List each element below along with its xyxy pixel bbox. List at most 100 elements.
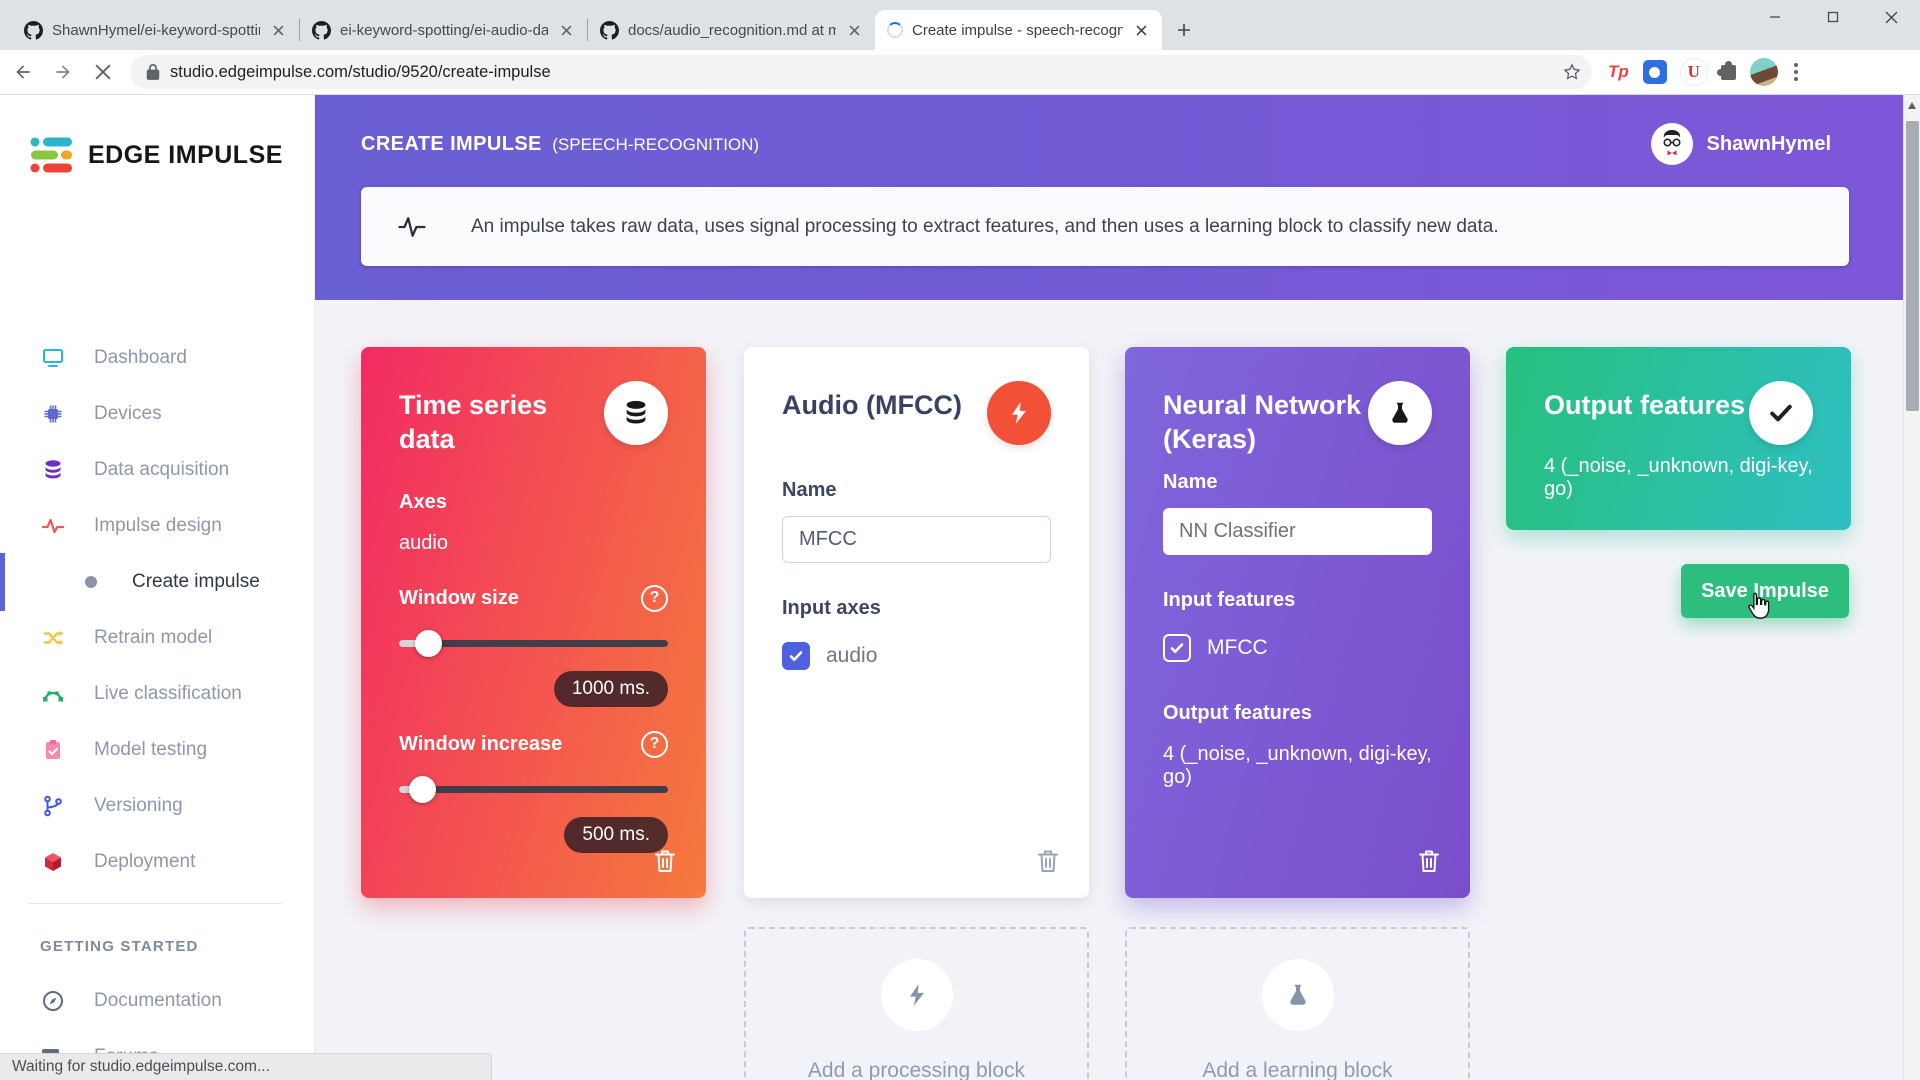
sidebar-item-label: Dashboard (94, 347, 187, 369)
sidebar-item-label: Data acquisition (94, 459, 229, 481)
sidebar-item-dashboard[interactable]: Dashboard (0, 330, 314, 386)
sidebar-item-retrain-model[interactable]: Retrain model (0, 610, 314, 666)
info-banner-text: An impulse takes raw data, uses signal p… (471, 216, 1499, 238)
edge-impulse-logo[interactable]: EDGE IMPULSE (30, 135, 283, 175)
input-feature-row: MFCC (1163, 634, 1432, 662)
back-icon[interactable] (6, 55, 40, 89)
maximize-icon[interactable] (1804, 0, 1862, 34)
sidebar-item-impulse-design[interactable]: Impulse design (0, 498, 314, 554)
sidebar-item-model-testing[interactable]: Model testing (0, 722, 314, 778)
minimize-icon[interactable] (1746, 0, 1804, 34)
retrain-model-icon (40, 626, 66, 650)
add-processing-block[interactable]: Add a processing block (744, 927, 1089, 1080)
active-indicator (0, 553, 5, 611)
window-controls (1746, 0, 1920, 34)
status-text: Waiting for studio.edgeimpulse.com... (12, 1058, 270, 1076)
feature-label: MFCC (1207, 636, 1268, 660)
delete-block-button[interactable] (650, 846, 680, 876)
tab-strip: ShawnHymel/ei-keyword-spottin ei-keyword… (0, 0, 1920, 50)
url-text[interactable]: studio.edgeimpulse.com/studio/9520/creat… (170, 63, 1562, 82)
stop-loading-icon[interactable] (86, 55, 120, 89)
forward-icon[interactable] (46, 55, 80, 89)
sidebar-item-data-acquisition[interactable]: Data acquisition (0, 442, 314, 498)
browser-menu-icon[interactable] (1794, 63, 1798, 81)
trash-icon (1417, 848, 1441, 874)
output-features-value: 4 (_noise, _unknown, digi-key, go) (1544, 455, 1813, 501)
bookmark-star-icon[interactable] (1562, 62, 1582, 82)
close-window-icon[interactable] (1862, 0, 1920, 34)
tab-active-create-impulse[interactable]: Create impulse - speech-recogni (875, 10, 1162, 50)
loading-spinner (887, 22, 903, 38)
scroll-up-icon[interactable] (1908, 102, 1916, 109)
axes-label: Axes (399, 491, 668, 514)
live-classification-icon (40, 682, 66, 706)
project-name: (SPEECH-RECOGNITION) (552, 135, 759, 154)
scrollbar-thumb[interactable] (1906, 121, 1919, 411)
nn-name-input[interactable] (1163, 508, 1432, 555)
close-icon[interactable] (557, 21, 575, 39)
name-label: Name (1163, 471, 1432, 494)
close-icon[interactable] (269, 21, 287, 39)
extension-ublock-icon[interactable]: U (1681, 59, 1707, 85)
lock-icon (146, 64, 160, 81)
tab-github-3[interactable]: docs/audio_recognition.md at m (588, 10, 875, 50)
logo-text: EDGE IMPULSE (88, 141, 283, 170)
page-header: CREATE IMPULSE (SPEECH-RECOGNITION) Shaw… (315, 95, 1903, 300)
time-series-card: Time series data Axes audio Window size … (361, 347, 706, 898)
checkbox-checked[interactable] (782, 642, 810, 670)
browser-profile-avatar[interactable] (1750, 58, 1778, 86)
github-icon (312, 21, 331, 40)
page-scrollbar[interactable] (1903, 95, 1920, 1080)
mfcc-name-input[interactable] (782, 516, 1051, 563)
bullet-dot (78, 576, 104, 588)
user-chip[interactable]: ShawnHymel (1651, 123, 1831, 165)
extension-tp-icon[interactable]: Tp (1608, 62, 1629, 82)
extensions-puzzle-icon[interactable] (1721, 65, 1736, 80)
sidebar-item-label: Retrain model (94, 627, 212, 649)
tab-title: Create impulse - speech-recogni (912, 22, 1123, 39)
delete-block-button[interactable] (1414, 846, 1444, 876)
sidebar-nav: Dashboard Devices Data acquisition Impul… (0, 330, 314, 890)
lightning-icon (987, 381, 1051, 445)
checkbox-checked[interactable] (1163, 634, 1191, 662)
github-icon (600, 21, 619, 40)
window-increase-slider[interactable] (399, 776, 668, 803)
window-size-label: Window size (399, 587, 519, 610)
address-bar[interactable]: studio.edgeimpulse.com/studio/9520/creat… (130, 55, 1592, 89)
mfcc-card: Audio (MFCC) Name Input axes audio (744, 347, 1089, 898)
card-title: Neural Network (Keras) (1163, 381, 1368, 457)
window-size-slider[interactable] (399, 630, 668, 657)
slider-thumb[interactable] (415, 630, 442, 657)
extension-shield-icon[interactable] (1643, 60, 1667, 84)
model-testing-icon (40, 738, 66, 762)
sidebar-item-live-classification[interactable]: Live classification (0, 666, 314, 722)
add-learning-block[interactable]: Add a learning block (1125, 927, 1470, 1080)
help-icon[interactable]: ? (641, 731, 668, 758)
tab-title: docs/audio_recognition.md at m (628, 22, 836, 39)
sidebar-item-label: Devices (94, 403, 162, 425)
name-label: Name (782, 479, 1051, 502)
sidebar-item-deployment[interactable]: Deployment (0, 834, 314, 890)
flask-icon (1262, 959, 1334, 1031)
delete-block-button[interactable] (1033, 846, 1063, 876)
tab-github-2[interactable]: ei-keyword-spotting/ei-audio-da (300, 10, 587, 50)
github-icon (24, 21, 43, 40)
sidebar-item-versioning[interactable]: Versioning (0, 778, 314, 834)
sidebar-item-create-impulse[interactable]: Create impulse (0, 554, 314, 610)
help-icon[interactable]: ? (641, 585, 668, 612)
sidebar-item-label: Create impulse (132, 571, 260, 593)
close-icon[interactable] (845, 21, 863, 39)
lightning-icon (881, 959, 953, 1031)
tab-github-1[interactable]: ShawnHymel/ei-keyword-spottin (12, 10, 299, 50)
sidebar: EDGE IMPULSE Dashboard Devices Data acqu… (0, 95, 315, 1080)
tab-title: ShawnHymel/ei-keyword-spottin (52, 22, 260, 39)
getting-started-header: GETTING STARTED (40, 938, 199, 955)
output-features-value: 4 (_noise, _unknown, digi-key, go) (1163, 743, 1432, 789)
sidebar-item-devices[interactable]: Devices (0, 386, 314, 442)
slider-thumb[interactable] (409, 776, 436, 803)
page-title-text: CREATE IMPULSE (361, 133, 542, 155)
new-tab-button[interactable] (1170, 16, 1198, 44)
close-icon[interactable] (1132, 21, 1150, 39)
sidebar-item-documentation[interactable]: Documentation (0, 973, 314, 1029)
nn-card: Neural Network (Keras) Name Input featur… (1125, 347, 1470, 898)
